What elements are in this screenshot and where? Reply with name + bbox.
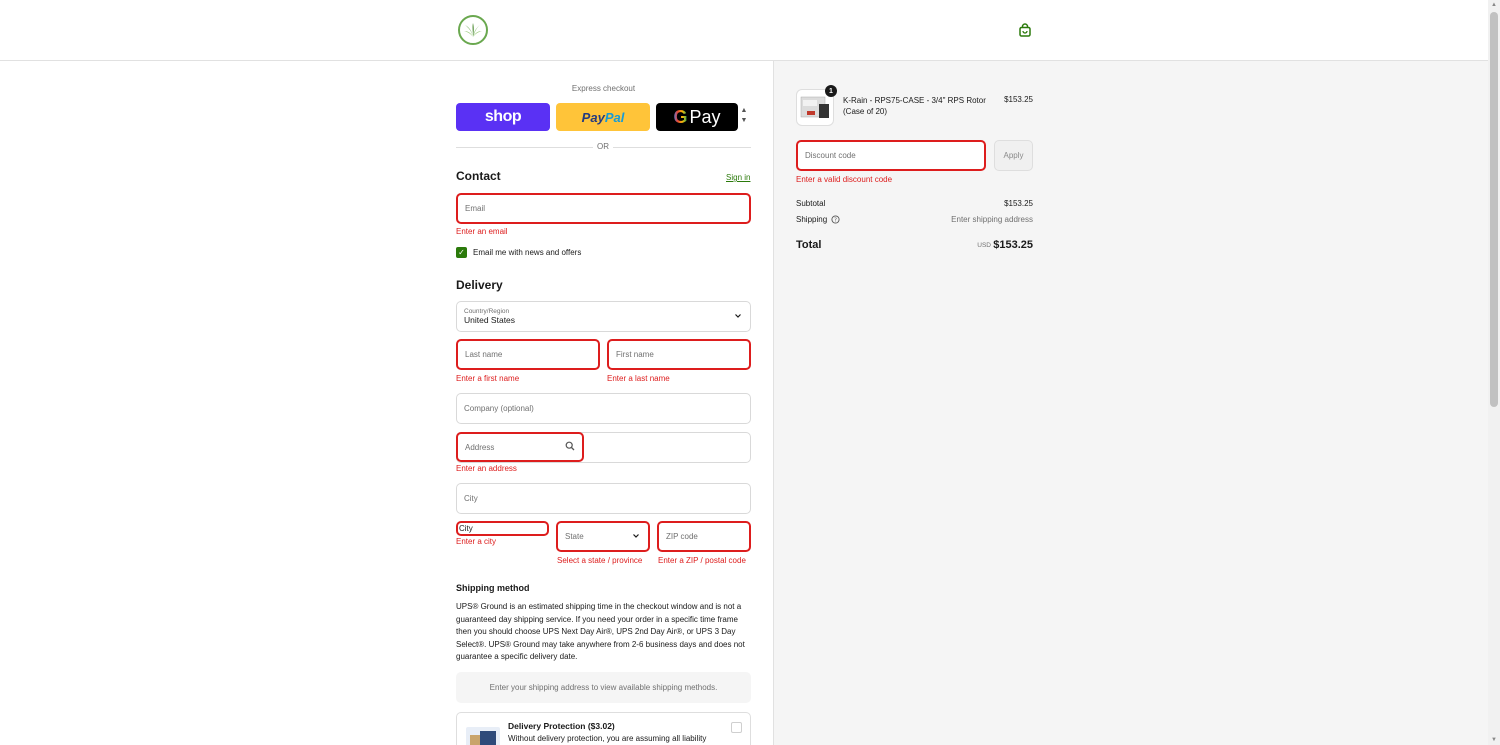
page-header xyxy=(0,0,1488,61)
shipping-method-heading: Shipping method xyxy=(456,583,530,593)
check-icon: ✓ xyxy=(458,248,465,257)
scroll-down-arrow-icon[interactable]: ▼ xyxy=(1490,736,1498,744)
currency-label: USD xyxy=(977,242,991,249)
address-placeholder: Address xyxy=(465,442,495,452)
zip-error: Enter a ZIP / postal code xyxy=(658,556,746,565)
quantity-badge: 1 xyxy=(825,85,837,97)
email-field[interactable]: Email xyxy=(456,193,751,224)
paypal-pay-label: Pay xyxy=(581,109,605,125)
country-select[interactable]: Country/Region United States xyxy=(456,301,751,332)
google-pay-button[interactable]: G Pay xyxy=(656,103,738,131)
shipping-label: Shipping xyxy=(796,215,828,224)
city-placeholder: City xyxy=(464,494,478,503)
sign-in-link[interactable]: Sign in xyxy=(726,173,750,182)
chevron-up-icon: ▲ xyxy=(740,107,748,114)
subtotal-value: $153.25 xyxy=(1004,199,1033,208)
company-field[interactable]: Company (optional) xyxy=(456,393,751,424)
state-select[interactable]: State xyxy=(556,521,650,552)
country-label: Country/Region xyxy=(464,308,510,315)
chevron-down-icon xyxy=(733,311,743,321)
shop-pay-button[interactable]: shop xyxy=(456,103,550,131)
last-name-placeholder: Last name xyxy=(465,350,503,359)
search-icon xyxy=(565,441,575,453)
paypal-pal-label: Pal xyxy=(604,109,625,125)
grass-logo-icon[interactable] xyxy=(458,15,488,45)
city-error: Enter a city xyxy=(456,537,497,546)
paypal-button[interactable]: Pay Pal xyxy=(556,103,650,131)
svg-text:?: ? xyxy=(834,218,837,224)
apply-discount-button[interactable]: Apply xyxy=(994,140,1033,171)
country-value: United States xyxy=(464,315,516,325)
first-name-error: Enter a last name xyxy=(607,374,670,383)
discount-code-field[interactable]: Discount code xyxy=(796,140,986,171)
shopping-bag-icon[interactable] xyxy=(1018,23,1032,37)
state-placeholder: State xyxy=(565,532,584,541)
google-pay-label: Pay xyxy=(689,106,721,127)
shipping-value: Enter shipping address xyxy=(951,215,1033,224)
total-label: Total xyxy=(796,239,822,251)
express-checkout-label: Express checkout xyxy=(571,84,636,93)
discount-placeholder: Discount code xyxy=(805,151,856,160)
help-circle-icon[interactable]: ? xyxy=(831,215,840,224)
delivery-protection-card[interactable]: Delivery Protection ($3.02) Without deli… xyxy=(456,712,751,745)
company-placeholder: Company (optional) xyxy=(464,404,534,413)
contact-heading: Contact xyxy=(456,169,501,183)
protection-image xyxy=(466,727,500,745)
scroll-up-arrow-icon[interactable]: ▲ xyxy=(1490,1,1498,9)
email-placeholder: Email xyxy=(465,204,486,213)
email-error: Enter an email xyxy=(456,227,508,236)
shop-pay-label: shop xyxy=(484,108,522,125)
shipping-methods-placeholder: Enter your shipping address to view avai… xyxy=(456,672,751,703)
shipping-description: UPS® Ground is an estimated shipping tim… xyxy=(456,602,745,661)
zip-field[interactable]: ZIP code xyxy=(657,521,751,552)
last-name-error: Enter a first name xyxy=(456,374,520,383)
google-g-icon: G xyxy=(673,106,688,127)
scrollbar-thumb[interactable] xyxy=(1490,12,1498,407)
address-field[interactable]: Address xyxy=(456,432,584,462)
first-name-field[interactable]: First name xyxy=(607,339,751,370)
subtotal-label: Subtotal xyxy=(796,199,826,208)
state-error: Select a state / province xyxy=(557,556,643,565)
protection-description: Without delivery protection, you are ass… xyxy=(508,734,707,743)
chevron-down-icon: ▼ xyxy=(740,117,748,124)
total-value: $153.25 xyxy=(993,239,1033,251)
city-field[interactable]: City xyxy=(456,483,751,514)
or-label: OR xyxy=(593,142,613,151)
page-scrollbar[interactable]: ▲ ▼ xyxy=(1488,0,1500,745)
protection-checkbox[interactable] xyxy=(731,722,742,733)
address-error: Enter an address xyxy=(456,464,517,473)
first-name-placeholder: First name xyxy=(616,350,654,359)
newsletter-checkbox[interactable]: ✓ xyxy=(456,247,467,258)
chevron-down-icon xyxy=(631,531,641,543)
discount-error: Enter a valid discount code xyxy=(796,175,893,184)
newsletter-label: Email me with news and offers xyxy=(473,248,582,257)
delivery-heading: Delivery xyxy=(456,278,503,292)
more-payment-options-arrows[interactable]: ▲ ▼ xyxy=(740,106,748,126)
product-name: K-Rain - RPS75-CASE - 3/4" RPS Rotor (Ca… xyxy=(843,96,986,116)
protection-title: Delivery Protection ($3.02) xyxy=(508,721,615,731)
zip-placeholder: ZIP code xyxy=(666,532,698,541)
last-name-field[interactable]: Last name xyxy=(456,339,600,370)
city-small-field[interactable]: City xyxy=(456,521,549,536)
product-price: $153.25 xyxy=(1004,95,1033,104)
city-small-value: City xyxy=(459,524,473,533)
